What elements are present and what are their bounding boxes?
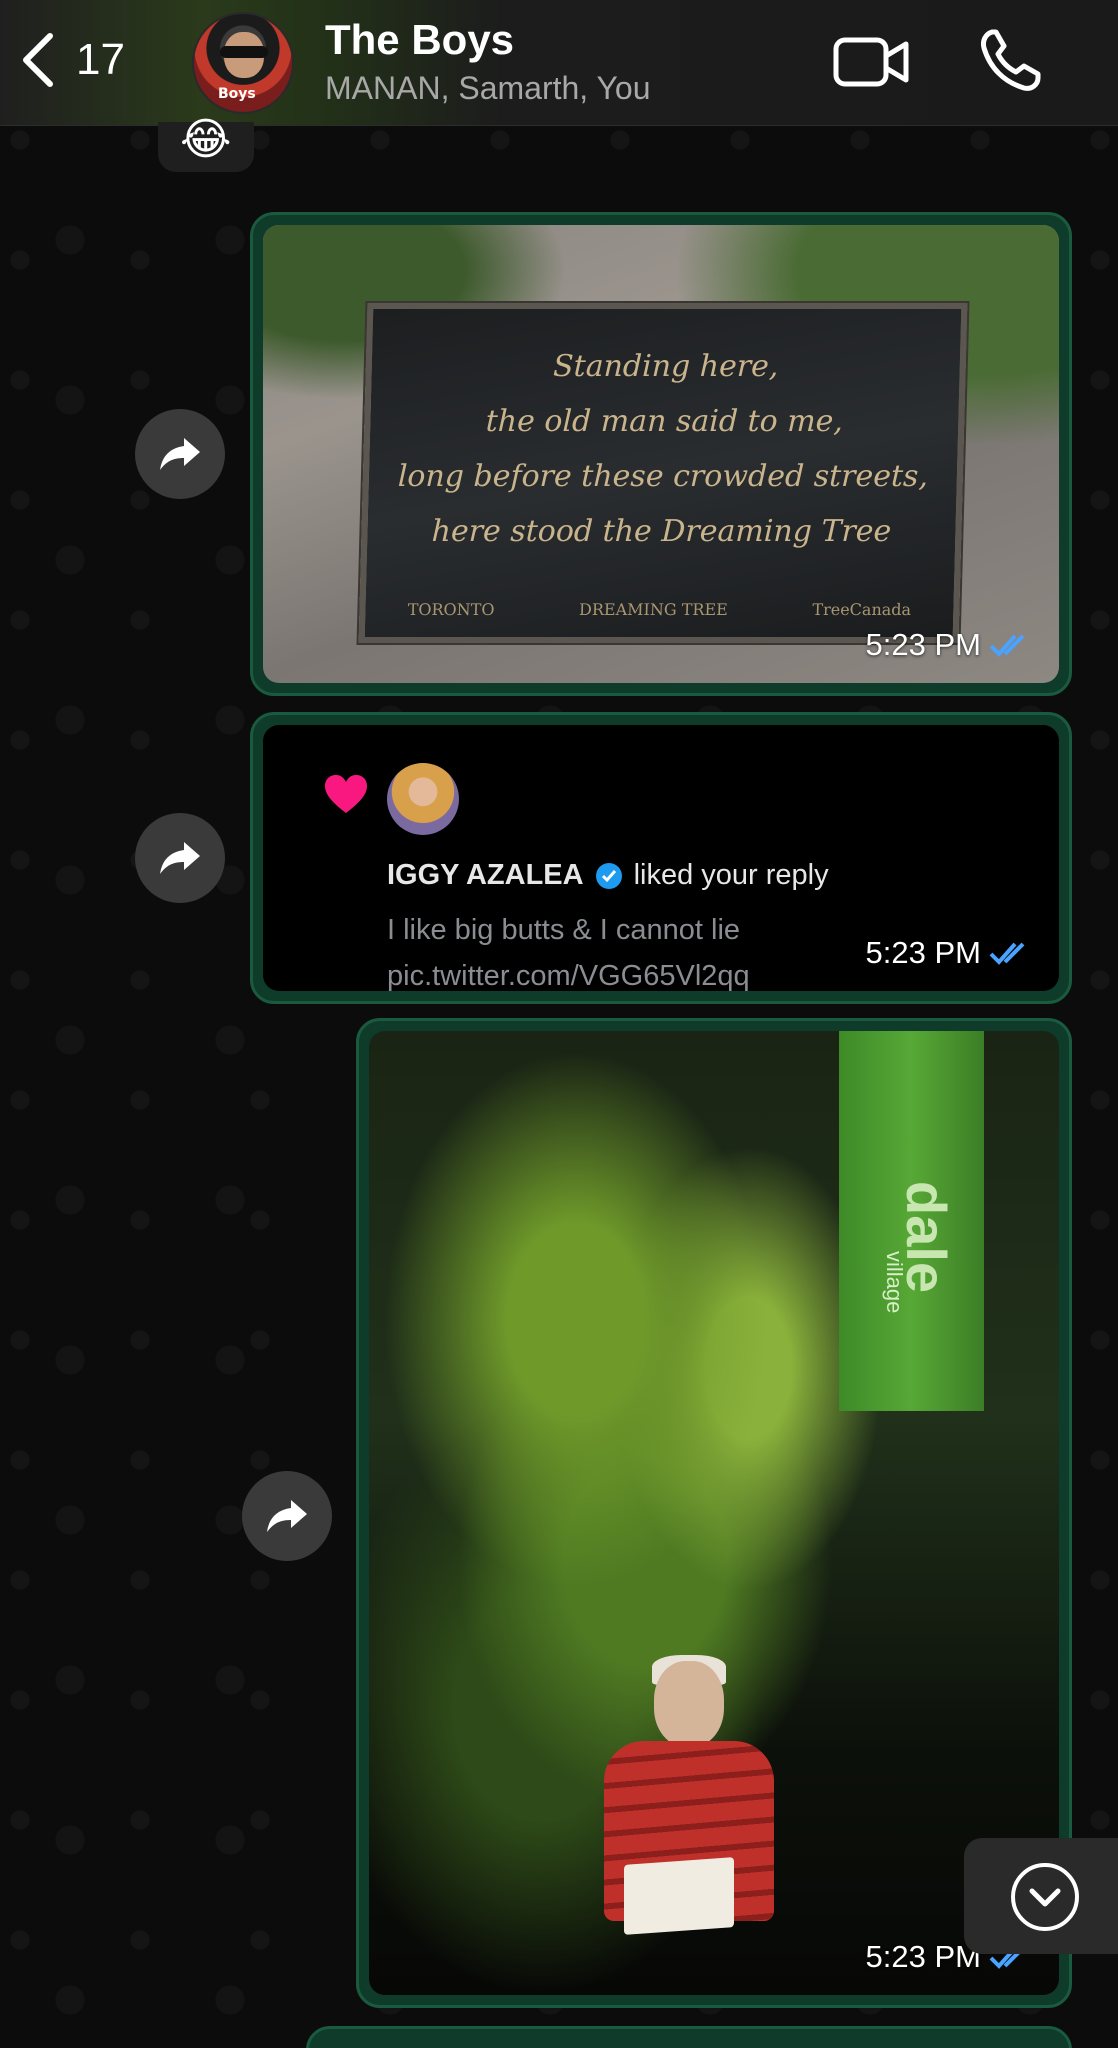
plaque: Standing here, the old man said to me, l… (358, 303, 968, 643)
chat-header: 17 Boys The Boys MANAN, Samarth, You (0, 0, 1118, 126)
tweet-author-name: IGGY AZALEA (387, 859, 584, 891)
night-photo[interactable]: dale village (369, 1031, 1059, 1995)
forward-arrow-icon (160, 842, 200, 874)
plaque-line: Standing here, (552, 349, 779, 384)
street-banner: dale village (839, 1031, 984, 1411)
previous-message-bubble[interactable]: 😂 (158, 114, 254, 172)
chevron-down-circle-icon (1011, 1863, 1079, 1931)
forward-button[interactable] (135, 409, 225, 499)
plaque-footer: TORONTO DREAMING TREE TreeCanada (365, 600, 953, 619)
forward-button[interactable] (135, 813, 225, 903)
message-bubble-image[interactable]: Standing here, the old man said to me, l… (250, 212, 1072, 696)
chevron-left-icon (23, 33, 53, 87)
plaque-line: the old man said to me, (485, 404, 844, 439)
message-time: 5:23 PM (865, 627, 981, 662)
plaque-line: here stood the Dreaming Tree (431, 514, 892, 549)
plaque-photo[interactable]: Standing here, the old man said to me, l… (263, 225, 1059, 683)
next-message-bubble[interactable] (306, 2026, 1072, 2048)
message-timestamp: 5:23 PM (866, 935, 1033, 971)
heart-icon (325, 775, 367, 813)
message-time: 5:23 PM (865, 935, 981, 970)
avatar-glasses (220, 46, 268, 58)
plaque-line: long before these crowded streets, (397, 459, 929, 494)
read-ticks-icon (989, 634, 1025, 657)
video-call-icon[interactable] (832, 30, 910, 94)
laughing-emoji: 😂 (180, 114, 232, 165)
group-avatar[interactable]: Boys (192, 12, 294, 114)
person-book (624, 1857, 734, 1935)
scroll-to-bottom-button[interactable] (964, 1838, 1118, 1954)
message-time: 5:23 PM (865, 1939, 981, 1974)
tweet-author-avatar (387, 763, 459, 835)
group-participants[interactable]: MANAN, Samarth, You (325, 70, 650, 107)
person-reading (604, 1655, 774, 1961)
plaque-footer-treecanada: TreeCanada (812, 600, 912, 619)
group-name[interactable]: The Boys (325, 16, 514, 64)
banner-subtext: village (882, 1251, 907, 1314)
plaque-footer-title: DREAMING TREE (578, 600, 729, 619)
unread-count: 17 (76, 35, 125, 84)
tweet-header: IGGY AZALEA liked your reply (387, 859, 829, 892)
forward-button[interactable] (242, 1471, 332, 1561)
back-button[interactable]: 17 (18, 28, 148, 92)
person-head (654, 1661, 724, 1747)
read-ticks-icon (989, 942, 1025, 965)
tweet-action: liked your reply (633, 859, 829, 891)
avatar-logo: Boys (218, 86, 256, 102)
phone-icon[interactable] (978, 26, 1042, 94)
message-bubble-tweet[interactable]: IGGY AZALEA liked your reply I like big … (250, 712, 1072, 1004)
plaque-footer-toronto: TORONTO (407, 600, 495, 619)
forward-arrow-icon (160, 438, 200, 470)
verified-badge-icon (595, 862, 622, 889)
message-timestamp: 5:23 PM (866, 627, 1033, 663)
forward-arrow-icon (267, 1500, 307, 1532)
